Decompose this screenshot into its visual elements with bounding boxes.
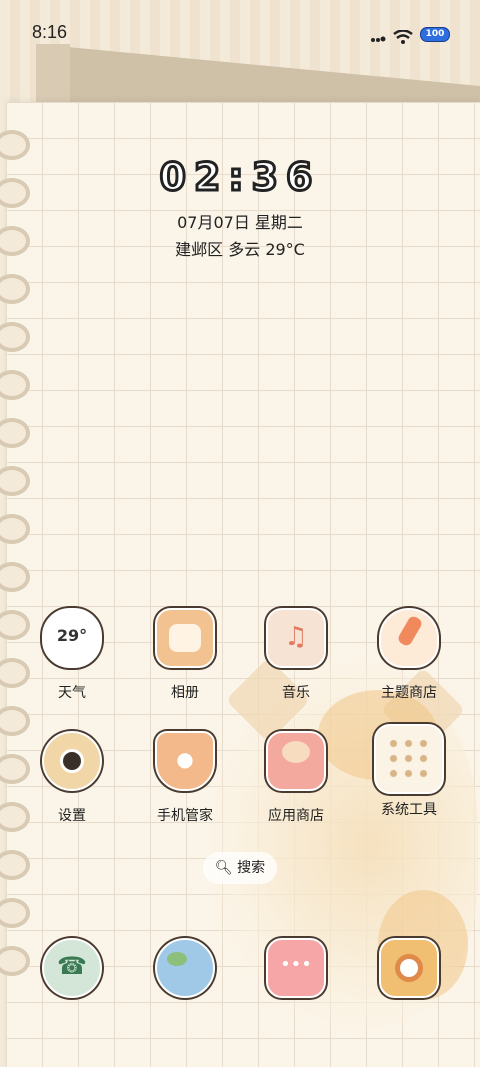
clock-weather: 建邺区 多云 29°C <box>175 240 305 259</box>
app-label: 系统工具 <box>381 802 437 818</box>
search-label: 搜索 <box>237 860 266 876</box>
app-theme-store[interactable]: 主题商店 <box>359 608 459 702</box>
app-phone-manager[interactable]: ● 手机管家 <box>135 731 235 825</box>
settings-gear-icon <box>42 731 102 791</box>
weather-cloud-icon: 29° <box>42 608 102 668</box>
app-music[interactable]: ♫ 音乐 <box>246 608 346 702</box>
app-label: 设置 <box>58 808 86 824</box>
camera-icon <box>379 938 439 998</box>
phone-icon: ☎ <box>42 938 102 998</box>
shield-icon: ● <box>155 731 215 791</box>
app-weather[interactable]: 29° 天气 <box>22 608 122 702</box>
dock-browser[interactable] <box>135 938 235 998</box>
app-store-icon <box>266 731 326 791</box>
status-bar: 8:16 100 <box>0 0 480 66</box>
app-label: 相册 <box>171 685 199 701</box>
signal-wifi-icon <box>371 30 413 44</box>
app-label: 主题商店 <box>381 685 437 701</box>
dock-camera[interactable] <box>359 938 459 998</box>
dock-messages[interactable]: ••• <box>246 938 346 998</box>
theme-brush-icon <box>379 608 439 668</box>
status-time: 8:16 <box>32 22 68 42</box>
app-label: 音乐 <box>282 685 310 701</box>
app-label: 手机管家 <box>157 808 213 824</box>
album-icon <box>155 608 215 668</box>
messages-icon: ••• <box>266 938 326 998</box>
music-icon: ♫ <box>266 608 326 668</box>
app-system-tools[interactable]: 系统工具 <box>359 724 459 819</box>
app-settings[interactable]: 设置 <box>22 731 122 825</box>
clock-time[interactable]: 02:36 <box>0 154 480 201</box>
app-album[interactable]: 相册 <box>135 608 235 702</box>
weather-icon-temp: 29° <box>56 626 88 645</box>
search-icon: 🔍︎ <box>214 860 233 876</box>
browser-globe-icon <box>155 938 215 998</box>
search-button[interactable]: 🔍︎ 搜索 <box>203 852 277 884</box>
app-label: 应用商店 <box>268 808 324 824</box>
battery-indicator: 100 <box>420 27 450 42</box>
app-app-store[interactable]: 应用商店 <box>246 731 346 825</box>
system-tools-folder-icon <box>374 724 444 794</box>
dock-phone[interactable]: ☎ <box>22 938 122 998</box>
app-label: 天气 <box>58 685 86 701</box>
clock-date: 07月07日 星期二 <box>177 213 303 232</box>
